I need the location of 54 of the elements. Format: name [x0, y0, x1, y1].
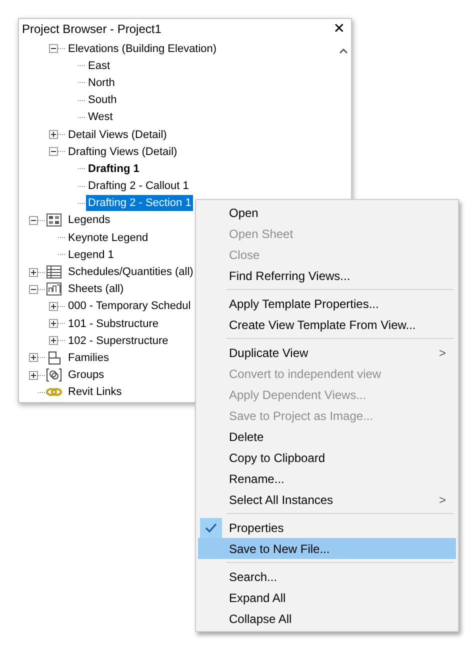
group-icon — [46, 368, 62, 382]
tree-item[interactable]: Keynote Legend — [66, 230, 150, 246]
tree-item[interactable]: Legends — [66, 212, 112, 228]
tree-item[interactable]: Drafting 1 — [86, 160, 142, 177]
legend-icon — [46, 213, 62, 228]
window-title: Project Browser - Project1 — [22, 22, 162, 36]
tree-item[interactable]: 102 - Superstructure — [66, 332, 170, 349]
families-icon — [46, 350, 62, 365]
tree-item[interactable]: South — [86, 92, 119, 108]
menu-item[interactable]: Duplicate View > — [198, 342, 456, 363]
expand-toggle[interactable] — [49, 302, 58, 311]
table-icon — [46, 265, 62, 280]
collapse-toggle[interactable] — [29, 216, 38, 225]
collapse-toggle[interactable] — [49, 147, 58, 156]
tree-item[interactable]: Drafting 2 - Callout 1 — [86, 178, 191, 194]
menu-item[interactable]: Select All Instances > — [198, 489, 456, 510]
collapse-toggle[interactable] — [49, 44, 58, 54]
tree-item[interactable]: East — [86, 58, 112, 74]
menu-item[interactable]: Search... — [198, 566, 456, 587]
expand-toggle[interactable] — [49, 130, 58, 140]
menu-item[interactable]: Properties — [198, 517, 456, 538]
tree-item[interactable]: Families — [66, 350, 111, 366]
tree-item[interactable]: Detail Views (Detail) — [66, 126, 169, 143]
expand-toggle[interactable] — [29, 370, 38, 380]
tree-item[interactable]: Drafting Views (Detail) — [66, 144, 180, 160]
expand-toggle[interactable] — [49, 336, 58, 346]
menu-item[interactable]: Apply Template Properties... — [198, 293, 456, 314]
tree-item[interactable]: Groups — [66, 367, 106, 384]
menu-item[interactable]: Rename... — [198, 468, 456, 489]
tree-item[interactable]: Elevations (Building Elevation) — [66, 40, 219, 57]
close-button[interactable]: ✕ — [331, 21, 347, 37]
menu-item[interactable]: Collapse All — [198, 608, 456, 629]
tree-item[interactable]: West — [86, 109, 115, 126]
tree-item[interactable]: Legend 1 — [66, 246, 116, 263]
menu-item[interactable]: Delete — [198, 426, 456, 447]
menu-item[interactable]: Open — [198, 202, 456, 223]
collapse-toggle[interactable] — [29, 284, 38, 294]
tree-item[interactable]: North — [86, 74, 117, 91]
menu-item[interactable]: Save to New File... — [198, 538, 456, 559]
expand-toggle[interactable] — [49, 319, 58, 328]
expand-toggle[interactable] — [29, 353, 38, 362]
tree-item[interactable]: 101 - Substructure — [66, 316, 160, 332]
menu-item[interactable]: Expand All — [198, 587, 456, 608]
menu-item[interactable]: Create View Template From View... — [198, 314, 456, 335]
menu-item[interactable]: Copy to Clipboard — [198, 447, 456, 468]
sheet-icon — [46, 282, 62, 296]
menu-item[interactable]: Find Referring Views... — [198, 265, 456, 286]
expand-toggle[interactable] — [29, 268, 38, 277]
tree-item[interactable]: Revit Links — [66, 384, 124, 400]
tree-item[interactable]: 000 - Temporary Schedul — [66, 298, 193, 314]
scroll-up-icon[interactable] — [338, 48, 348, 54]
tree-item[interactable]: Schedules/Quantities (all) — [66, 264, 196, 280]
tree-item[interactable]: Drafting 2 - Section 1 — [86, 195, 194, 212]
tree-item[interactable]: Sheets (all) — [66, 281, 126, 298]
